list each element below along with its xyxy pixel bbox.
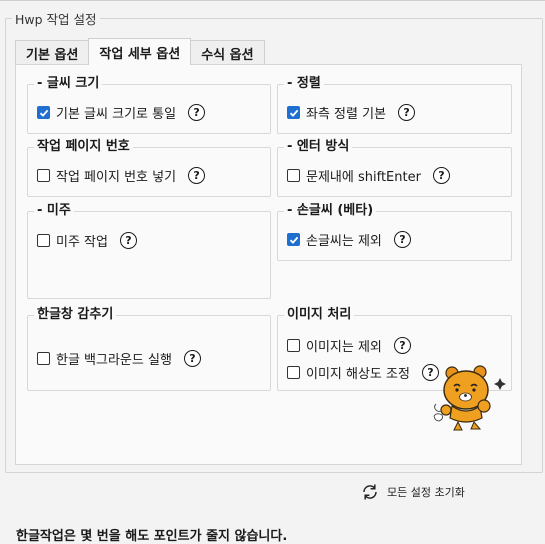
- option-handwriting-label: 손글씨는 제외: [306, 234, 382, 249]
- help-icon[interactable]: ?: [393, 337, 411, 354]
- option-enter-label: 문제내에 shiftEnter: [306, 170, 421, 185]
- checkbox-hide-window[interactable]: [37, 352, 50, 365]
- option-image-resolution-label: 이미지 해상도 조정: [306, 367, 410, 382]
- option-font-size[interactable]: 기본 글씨 크기로 통일 ?: [37, 103, 206, 122]
- help-icon[interactable]: ?: [398, 104, 416, 121]
- option-font-size-label: 기본 글씨 크기로 통일: [56, 107, 177, 122]
- tab-basic-options[interactable]: 기본 옵션: [15, 40, 90, 65]
- group-hide-window-title: 한글창 감추기: [34, 307, 117, 323]
- group-font-size-title: - 글씨 크기: [34, 76, 103, 92]
- group-handwriting-title: - 손글씨 (베타): [284, 203, 377, 219]
- reset-all-button[interactable]: 모든 설정 초기화: [360, 483, 465, 501]
- help-icon[interactable]: ?: [188, 167, 206, 184]
- option-page-number[interactable]: 작업 페이지 번호 넣기 ?: [37, 166, 206, 185]
- checkbox-image-resolution[interactable]: [287, 366, 300, 379]
- group-footnote: - 미주 미주 작업 ?: [27, 203, 271, 299]
- group-page-number: 작업 페이지 번호 작업 페이지 번호 넣기 ?: [27, 139, 271, 197]
- mascot-bear-illustration: [433, 365, 506, 431]
- group-align: - 정렬 좌측 정렬 기본 ?: [277, 76, 512, 134]
- group-footnote-title: - 미주: [34, 203, 74, 219]
- group-hide-window: 한글창 감추기 한글 백그라운드 실행 ?: [27, 307, 271, 391]
- help-icon[interactable]: ?: [183, 350, 201, 367]
- checkbox-align[interactable]: [287, 106, 300, 119]
- footer-notice: 한글작업은 몇 번을 해도 포인트가 줄지 않습니다.: [16, 529, 288, 544]
- reset-all-label: 모든 설정 초기화: [387, 486, 465, 499]
- window-top-border: [0, 0, 545, 3]
- group-handwriting: - 손글씨 (베타) 손글씨는 제외 ?: [277, 203, 512, 261]
- option-align[interactable]: 좌측 정렬 기본 ?: [287, 103, 416, 122]
- refresh-icon: [363, 484, 377, 500]
- tab-formula-options[interactable]: 수식 옵션: [190, 40, 265, 65]
- help-icon[interactable]: ?: [432, 167, 450, 184]
- option-footnote[interactable]: 미주 작업 ?: [37, 231, 137, 250]
- option-hide-window-label: 한글 백그라운드 실행: [56, 353, 172, 368]
- settings-group-title: Hwp 작업 설정: [12, 9, 100, 28]
- tab-bar: 기본 옵션 작업 세부 옵션 수식 옵션: [15, 38, 265, 65]
- option-image-exclude[interactable]: 이미지는 제외 ?: [287, 336, 411, 355]
- group-font-size: - 글씨 크기 기본 글씨 크기로 통일 ?: [27, 76, 271, 134]
- checkbox-font-size[interactable]: [37, 106, 50, 119]
- checkbox-footnote[interactable]: [37, 234, 50, 247]
- group-enter: - 엔터 방식 문제내에 shiftEnter ?: [277, 139, 512, 197]
- option-hide-window[interactable]: 한글 백그라운드 실행 ?: [37, 349, 201, 368]
- checkbox-image-exclude[interactable]: [287, 339, 300, 352]
- group-enter-title: - 엔터 방식: [284, 139, 353, 155]
- help-icon[interactable]: ?: [188, 104, 206, 121]
- checkbox-enter[interactable]: [287, 169, 300, 182]
- group-align-title: - 정렬: [284, 76, 324, 92]
- help-icon[interactable]: ?: [393, 231, 411, 248]
- group-page-number-title: 작업 페이지 번호: [34, 139, 133, 155]
- option-image-resolution[interactable]: 이미지 해상도 조정 ?: [287, 363, 439, 382]
- option-enter[interactable]: 문제내에 shiftEnter ?: [287, 166, 450, 185]
- checkbox-handwriting[interactable]: [287, 233, 300, 246]
- option-align-label: 좌측 정렬 기본: [306, 107, 387, 122]
- option-image-exclude-label: 이미지는 제외: [306, 340, 382, 355]
- option-handwriting[interactable]: 손글씨는 제외 ?: [287, 230, 411, 249]
- tab-detail-options[interactable]: 작업 세부 옵션: [88, 38, 192, 65]
- checkbox-page-number[interactable]: [37, 169, 50, 182]
- option-page-number-label: 작업 페이지 번호 넣기: [56, 170, 177, 185]
- option-footnote-label: 미주 작업: [56, 235, 108, 250]
- group-image-title: 이미지 처리: [284, 307, 355, 323]
- help-icon[interactable]: ?: [119, 232, 137, 249]
